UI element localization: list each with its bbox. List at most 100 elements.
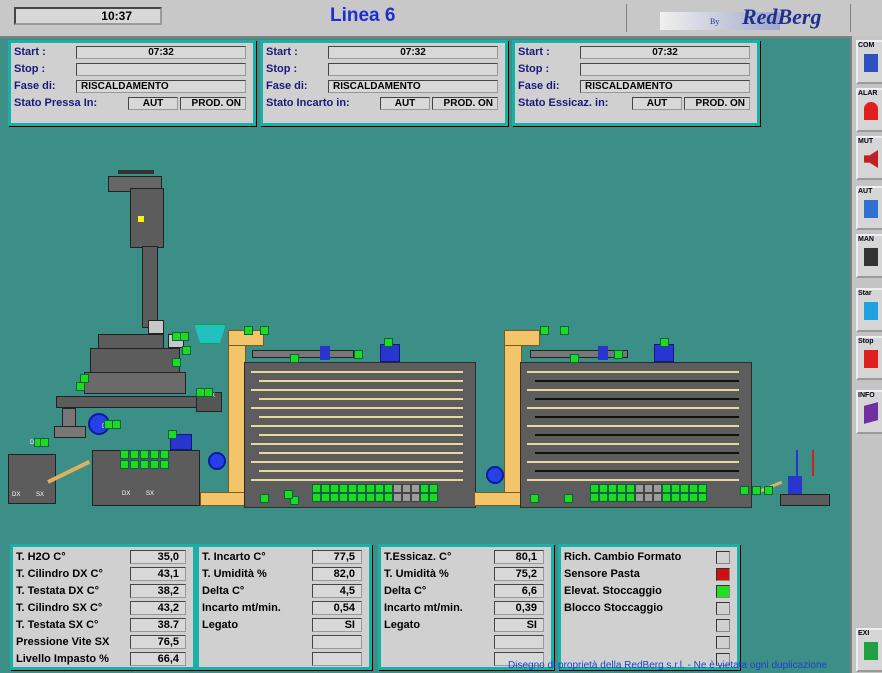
row-value: 75,2 [494,567,544,581]
toolbar-button-aut[interactable]: AUT [856,186,882,230]
phase-row: Fase di: RISCALDAMENTO [266,80,500,94]
incarto-values-table: T. Incarto C° 77,5 T. Umidità % 82,0 Delta C… [196,544,372,670]
signal-label: Blocco Stoccaggio [564,602,664,614]
row-label: Stato Pressa In: [14,97,98,109]
stop-row: Stop : [518,63,752,77]
toolbar-label: INFO [858,392,875,399]
table-row: T. Testata SX C° 38.7 [16,618,188,634]
row-value: SI [494,618,544,632]
row-label: T.Essicaz. C° [384,551,452,563]
clock-display: 10:37 [14,7,162,25]
row-value: 77,5 [312,550,362,564]
table-row: T. Umidità % 82,0 [202,567,364,583]
signal-indicator [716,636,730,649]
row-value: PROD. ON [684,97,750,110]
table-row: T. H2O C° 35,0 [16,550,188,566]
row-label: Stato Essicaz. in: [518,97,609,109]
copyright-footer: Disegno di proprietà della RedBerg s.r.l… [508,660,828,671]
table-row: Legato SI [384,618,546,634]
row-value: AUT [128,97,178,110]
status-panel-2: Start : 07:32 Stop : Fase di: RISCALDAMENTO S… [260,40,508,126]
row-label: Incarto mt/min. [202,602,281,614]
state-row: Stato Incarto in: AUT PROD. ON [266,97,500,111]
row-value: 43,1 [130,567,186,581]
row-label: T. Testata SX C° [16,619,99,631]
table-row [384,635,546,651]
row-label: Start : [14,46,46,58]
row-value: RISCALDAMENTO [580,80,750,93]
table-row: T. Umidità % 75,2 [384,567,546,583]
row-value: AUT [380,97,430,110]
row-label: T. H2O C° [16,551,66,563]
state-row: Stato Pressa In: AUT PROD. ON [14,97,248,111]
toolbar-button-com[interactable]: COM [856,40,882,84]
toolbar-button-mut[interactable]: MUT [856,136,882,180]
table-row: T. Testata DX C° 38,2 [16,584,188,600]
signals-table: Rich. Cambio Formato Sensore Pasta Elevat.… [558,544,740,670]
row-label: Stop : [266,63,298,75]
toolbar-button-exi[interactable]: EXI [856,628,882,672]
fan-icon [486,466,504,484]
row-label: T. Cilindro DX C° [16,568,103,580]
signal-indicator [716,551,730,564]
toolbar-button-star[interactable]: Star [856,288,882,332]
toolbar-button-man[interactable]: MAN [856,234,882,278]
table-row: Incarto mt/min. 0,39 [384,601,546,617]
row-value: RISCALDAMENTO [76,80,246,93]
row-label: Legato [384,619,421,631]
row-value: 43,2 [130,601,186,615]
toolbar-label: Star [858,290,872,297]
row-value: 0,54 [312,601,362,615]
row-value: PROD. ON [432,97,498,110]
row-value [580,63,750,76]
redberg-logo: By RedBerg [660,4,840,30]
signal-indicator [716,585,730,598]
row-value [494,635,544,649]
signal-label: Elevat. Stoccaggio [564,585,662,597]
row-value: RISCALDAMENTO [328,80,498,93]
row-label: T. Testata DX C° [16,585,100,597]
signal-indicator [716,619,730,632]
production-line-diagram: DX SX DX SX DX SX DX SX DX SX [0,120,850,540]
row-label: T. Cilindro SX C° [16,602,103,614]
signal-row: Elevat. Stoccaggio [564,584,732,600]
table-row: Livello Impasto % 66,4 [16,652,188,668]
row-label: Delta C° [202,585,245,597]
row-value: 0,39 [494,601,544,615]
row-label: Incarto mt/min. [384,602,463,614]
toolbar-label: AUT [858,188,873,195]
row-value: PROD. ON [180,97,246,110]
row-label: Start : [266,46,298,58]
row-label: Pressione Vite SX [16,636,110,648]
signal-row [564,635,732,651]
row-label: Delta C° [384,585,427,597]
speaker-icon [864,150,878,168]
toolbar-button-alar[interactable]: ALAR [856,88,882,132]
row-value: 80,1 [494,550,544,564]
table-row: T.Essicaz. C° 80,1 [384,550,546,566]
row-label: Fase di: [518,80,560,92]
signal-row [564,618,732,634]
toolbar-label: EXI [858,630,870,637]
row-value: 66,4 [130,652,186,666]
row-value: 6,6 [494,584,544,598]
row-value [312,635,362,649]
stop-row: Stop : [14,63,248,77]
signal-row: Sensore Pasta [564,567,732,583]
computer-icon [864,54,878,72]
table-row: T. Cilindro SX C° 43,2 [16,601,188,617]
toolbar-button-stop[interactable]: Stop [856,336,882,380]
toolbar-label: Stop [858,338,874,345]
row-value: SI [312,618,362,632]
table-row: Pressione Vite SX 76,5 [16,635,188,651]
row-value [312,652,362,666]
state-row: Stato Essicaz. in: AUT PROD. ON [518,97,752,111]
right-toolbar: COM ALAR MUT AUT MAN Star Stop INFO EXI [850,36,882,673]
table-row: Legato SI [202,618,364,634]
start-row: Start : 07:32 [266,46,500,60]
essicaz-values-table: T.Essicaz. C° 80,1 T. Umidità % 75,2 Delta C… [378,544,554,670]
toolbar-button-info[interactable]: INFO [856,390,882,434]
table-row: T. Cilindro DX C° 43,1 [16,567,188,583]
stop-x-icon [864,350,878,368]
title-bar: 10:37 Linea 6 By RedBerg [0,0,882,38]
